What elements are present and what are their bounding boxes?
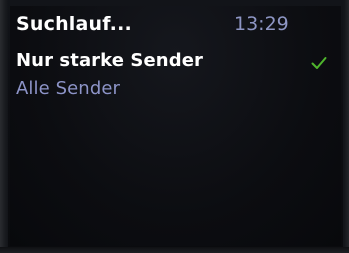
display-bezel-right <box>343 0 349 253</box>
menu-item-nur-starke-sender[interactable]: Nur starke Sender <box>16 50 203 71</box>
checkmark-icon <box>311 57 327 69</box>
menu-title: Suchlauf... <box>16 13 132 35</box>
display-bezel-bottom <box>0 247 349 253</box>
display-screen <box>10 6 341 246</box>
display-bezel-left <box>0 0 8 253</box>
radio-display: Suchlauf... 13:29 Nur starke Sender Alle… <box>0 0 349 253</box>
clock-time: 13:29 <box>234 13 289 35</box>
menu-item-alle-sender[interactable]: Alle Sender <box>16 78 120 99</box>
